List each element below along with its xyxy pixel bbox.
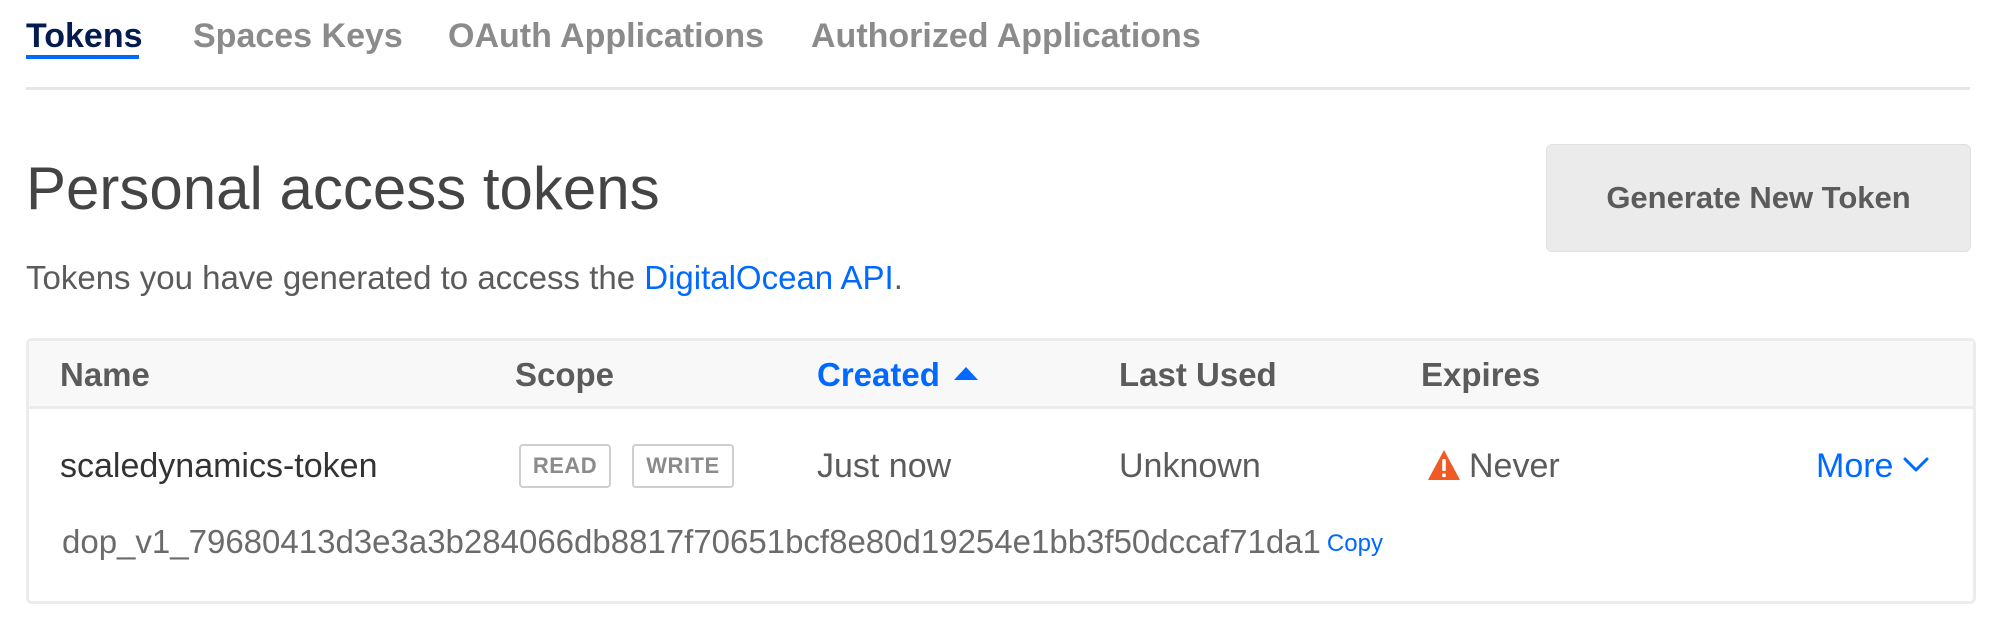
tokens-table: Name Scope Created Last Used Expires sca… xyxy=(26,338,1976,604)
active-tab-indicator xyxy=(26,55,139,59)
tab-spaces-keys[interactable]: Spaces Keys xyxy=(193,16,403,56)
tab-spaces-keys-label: Spaces Keys xyxy=(193,17,403,55)
generate-new-token-button[interactable]: Generate New Token xyxy=(1546,144,1971,252)
tab-bar: Tokens Spaces Keys OAuth Applications Au… xyxy=(26,0,1970,90)
column-header-created[interactable]: Created xyxy=(817,355,978,395)
subtitle-suffix: . xyxy=(893,259,903,296)
tab-oauth-applications-label: OAuth Applications xyxy=(448,17,765,55)
token-created: Just now xyxy=(817,447,952,485)
table-header: Name Scope Created Last Used Expires xyxy=(29,341,1973,409)
copy-token-button[interactable]: Copy xyxy=(1327,530,1383,557)
token-expires: Never xyxy=(1469,447,1560,485)
tab-tokens[interactable]: Tokens xyxy=(26,16,143,59)
token-last-used: Unknown xyxy=(1119,447,1261,485)
subtitle-text: Tokens you have generated to access the xyxy=(26,259,645,296)
column-header-created-label: Created xyxy=(817,356,940,393)
token-string: dop_v1_79680413d3e3a3b284066db8817f70651… xyxy=(62,523,1321,560)
tab-authorized-applications[interactable]: Authorized Applications xyxy=(811,16,1201,56)
chevron-down-icon xyxy=(1903,457,1929,472)
tab-authorized-applications-label: Authorized Applications xyxy=(811,17,1201,55)
token-value: dop_v1_79680413d3e3a3b284066db8817f70651… xyxy=(62,522,1383,564)
column-header-name: Name xyxy=(60,356,150,393)
more-label: More xyxy=(1816,447,1894,485)
column-header-expires: Expires xyxy=(1421,356,1541,393)
column-header-last-used: Last Used xyxy=(1119,356,1277,393)
digitalocean-api-link[interactable]: DigitalOcean API xyxy=(644,259,893,296)
column-header-scope: Scope xyxy=(515,356,615,393)
scope-badge-read: READ xyxy=(519,444,611,488)
tab-tokens-label: Tokens xyxy=(26,17,143,55)
scope-badge-write: WRITE xyxy=(632,444,734,488)
warning-icon xyxy=(1428,450,1460,480)
sort-ascending-icon xyxy=(953,367,978,380)
page-subtitle: Tokens you have generated to access the … xyxy=(26,256,903,300)
page-title: Personal access tokens xyxy=(26,155,660,222)
tab-oauth-applications[interactable]: OAuth Applications xyxy=(448,16,764,56)
more-menu-button[interactable]: More xyxy=(1816,446,1929,486)
token-name: scaledynamics-token xyxy=(60,447,378,485)
